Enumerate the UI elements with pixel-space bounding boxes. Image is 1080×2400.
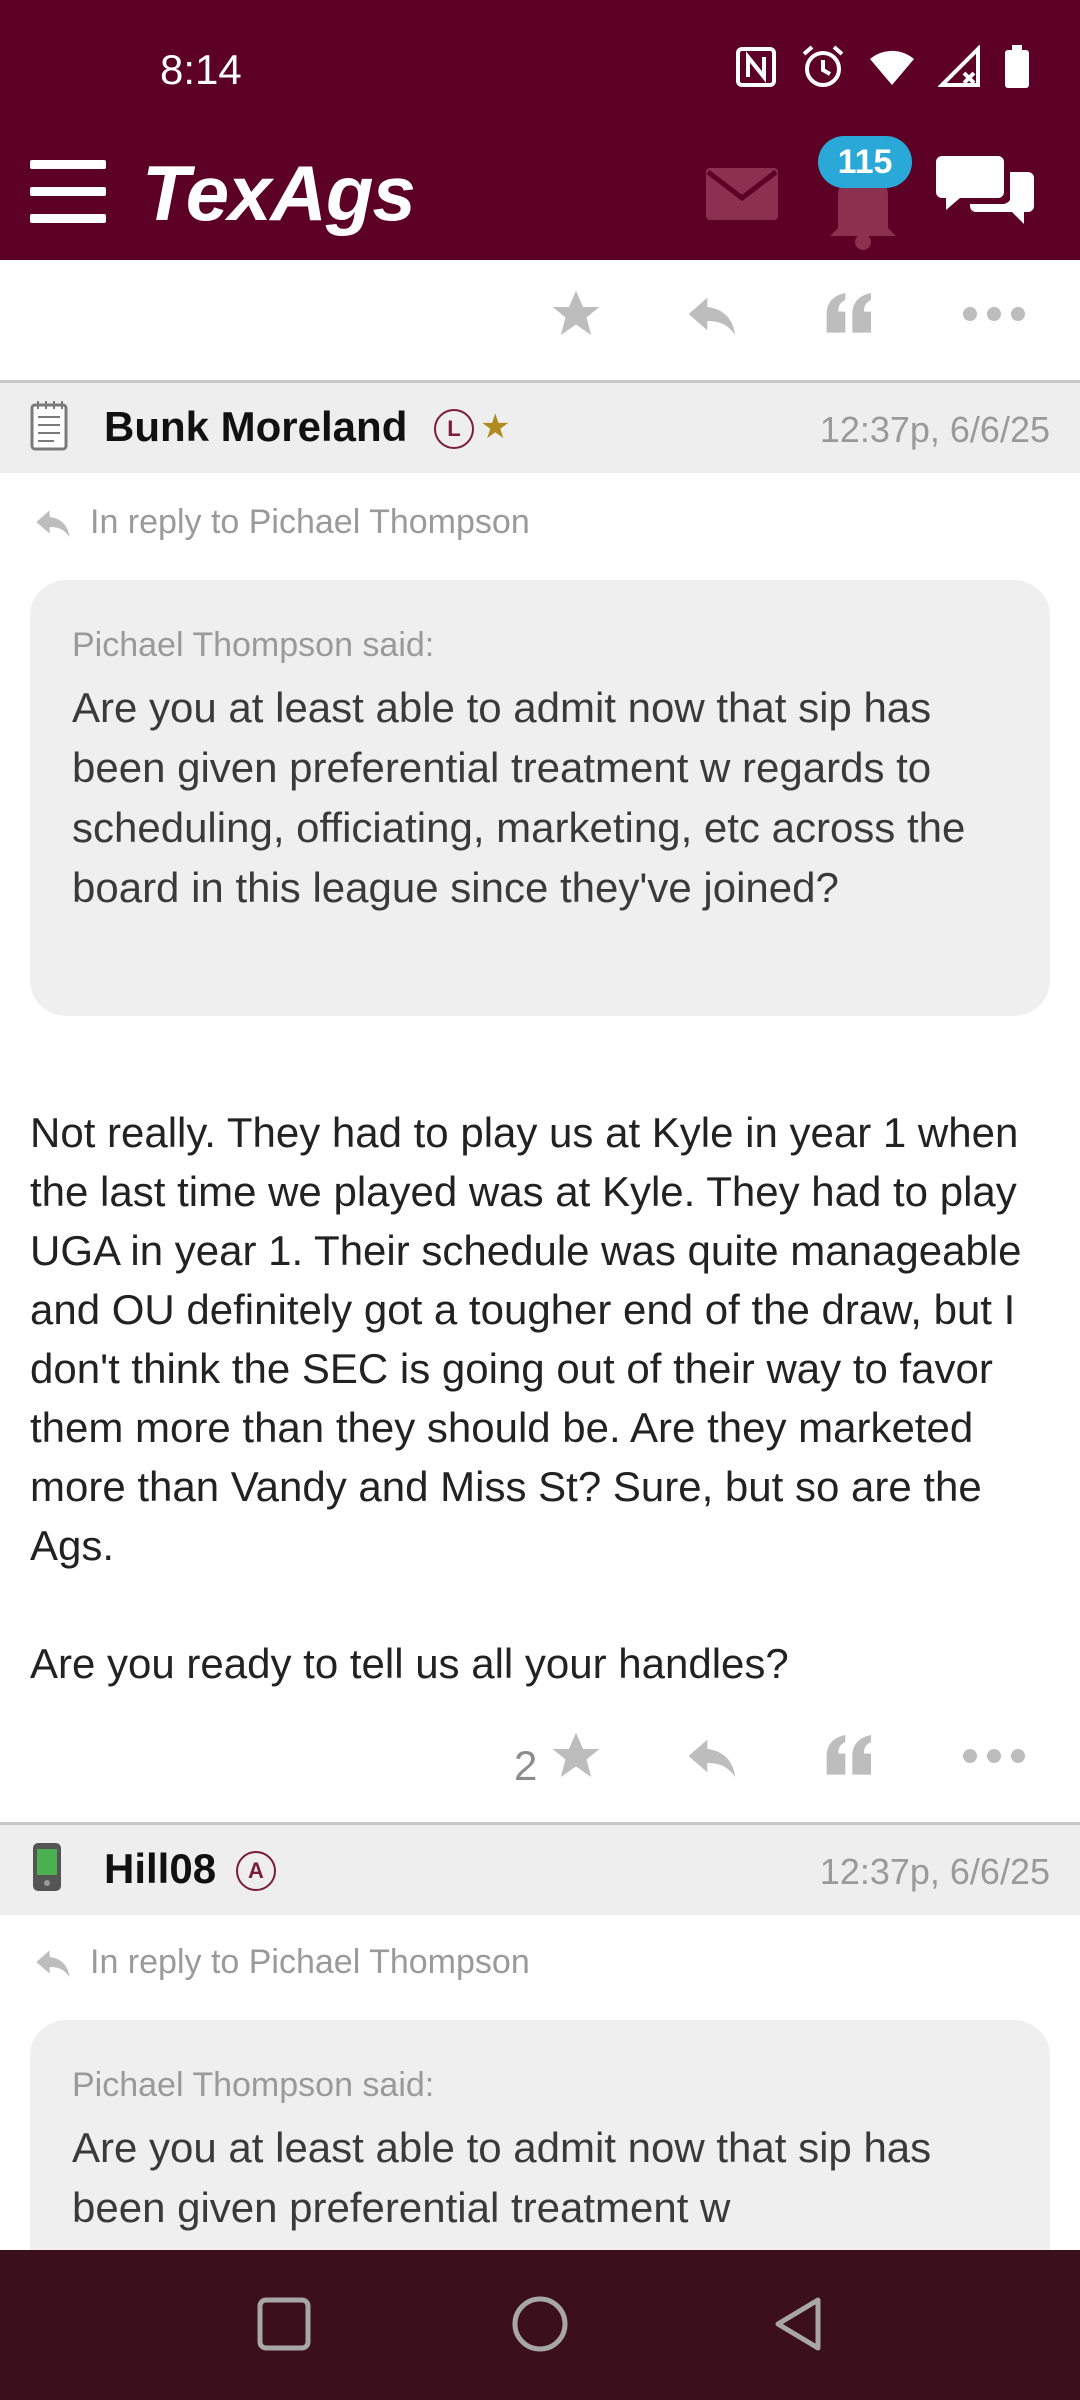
in-reply-to[interactable]: In reply to Pichael Thompson	[30, 502, 530, 542]
star-icon[interactable]	[548, 286, 604, 342]
premium-star-icon: ★	[480, 408, 511, 446]
post-username[interactable]: Bunk Moreland	[104, 403, 407, 451]
wifi-icon	[870, 50, 914, 85]
reply-icon	[36, 510, 70, 537]
post-header: Bunk Moreland L ★ 12:37p, 6/6/25	[0, 383, 1080, 473]
post-action-bar	[0, 262, 1080, 386]
top-app-bar: 8:14 TexAgs 115	[0, 0, 1080, 260]
post-timestamp: 12:37p, 6/6/25	[819, 1851, 1050, 1892]
notification-badge[interactable]: 115	[818, 136, 912, 188]
menu-icon[interactable]	[30, 160, 106, 226]
post-username[interactable]: Hill08	[104, 1845, 216, 1893]
signal-icon	[938, 45, 980, 87]
reply-icon[interactable]	[682, 1728, 742, 1784]
mobile-phone-device-icon	[33, 1843, 61, 1891]
notepad-device-icon	[30, 401, 68, 451]
star-count: 2	[514, 1742, 538, 1789]
star-icon[interactable]	[548, 1728, 604, 1784]
status-icons	[734, 44, 1030, 90]
in-reply-to-text: In reply to Pichael Thompson	[90, 1942, 530, 1981]
post-timestamp: 12:37p, 6/6/25	[819, 409, 1050, 450]
battery-icon	[1005, 45, 1029, 88]
quote-block: Pichael Thompson said: Are you at least …	[30, 580, 1050, 1016]
back-icon[interactable]	[770, 2294, 830, 2354]
nfc-icon	[736, 47, 776, 87]
quote-text: Are you at least able to admit now that …	[72, 2124, 932, 2231]
quote-author: Pichael Thompson said:	[72, 626, 435, 664]
more-icon[interactable]	[962, 1728, 1026, 1784]
post-body-paragraph: Not really. They had to play us at Kyle …	[30, 1109, 1022, 1569]
app-header: TexAgs 115	[0, 136, 1080, 260]
system-navigation-bar	[0, 2250, 1080, 2400]
in-reply-to[interactable]: In reply to Pichael Thompson	[30, 1942, 530, 1982]
chat-icon[interactable]	[936, 152, 1036, 232]
quote-author: Pichael Thompson said:	[72, 2066, 435, 2104]
texags-logo[interactable]: TexAgs	[142, 148, 416, 239]
user-rank-badge: A	[236, 1851, 276, 1891]
in-reply-to-text: In reply to Pichael Thompson	[90, 502, 530, 541]
alarm-icon	[802, 45, 844, 87]
reply-icon[interactable]	[682, 286, 742, 342]
post-body-paragraph: Are you ready to tell us all your handle…	[30, 1640, 789, 1687]
status-time: 8:14	[160, 46, 242, 93]
post-action-bar: 2	[0, 1704, 1080, 1828]
quote-icon[interactable]	[822, 286, 878, 342]
status-bar: 8:14	[0, 0, 1080, 140]
home-icon[interactable]	[510, 2294, 570, 2354]
quote-icon[interactable]	[822, 1728, 878, 1784]
recents-icon[interactable]	[254, 2294, 314, 2354]
user-rank-badge: L	[434, 409, 474, 449]
reply-icon	[36, 1950, 70, 1977]
mail-icon[interactable]	[704, 166, 780, 222]
quote-text: Are you at least able to admit now that …	[72, 684, 966, 911]
post-header: Hill08 A 12:37p, 6/6/25	[0, 1825, 1080, 1915]
more-icon[interactable]	[962, 286, 1026, 342]
